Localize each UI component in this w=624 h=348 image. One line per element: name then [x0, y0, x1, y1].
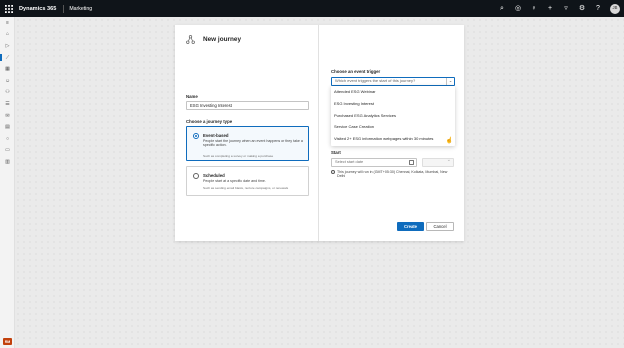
option-description: People start the journey when an event h… — [203, 139, 303, 148]
globe-icon — [331, 170, 335, 175]
left-nav-rail: ≡ ⌂ ▷ ⟋ ▦ ☺ ⚇ ☰ ✉ ▤ ○ ▭ ▥ RM — [0, 17, 15, 348]
start-label: Start — [331, 150, 341, 155]
waffle-grid — [4, 4, 13, 13]
journey-type-label: Choose a journey type — [186, 119, 233, 124]
scheduled-radio[interactable] — [193, 173, 199, 179]
library-icon[interactable]: ▥ — [0, 156, 15, 168]
option-title: Scheduled — [203, 173, 225, 178]
trigger-option-label: Visited 2+ ESG information webpages with… — [334, 136, 434, 142]
trigger-label: Choose an event trigger — [331, 69, 381, 74]
trigger-option[interactable]: Purchased ESG Analytics Services — [331, 110, 455, 122]
lightbulb-icon[interactable]: ♀ — [530, 5, 538, 12]
header-actions: ⌕ ◎ ♀ + ▿ ⚙ ? JB — [498, 0, 620, 17]
email-icon[interactable]: ✉ — [0, 110, 15, 122]
trigger-dropdown-list: Attended ESG Webinar ESG Investing Inter… — [331, 86, 455, 146]
top-bar: Dynamics 365 Marketing ⌕ ◎ ♀ + ▿ ⚙ ? JB — [0, 0, 624, 17]
search-icon[interactable]: ⌕ — [498, 5, 506, 12]
calendar-icon[interactable] — [409, 159, 414, 165]
globe-icon[interactable]: ○ — [0, 133, 15, 145]
cancel-button[interactable]: Cancel — [426, 222, 454, 231]
chevron-down-icon[interactable]: ⌄ — [446, 78, 454, 85]
home-icon[interactable]: ⌂ — [0, 29, 15, 41]
trigger-option[interactable]: Service Case Creation — [331, 121, 455, 133]
area-name: Marketing — [69, 5, 93, 12]
trigger-placeholder: Which event triggers the start of this j… — [335, 78, 416, 83]
trigger-option[interactable]: ESG Investing Interest — [331, 98, 455, 110]
create-button[interactable]: Create — [397, 222, 424, 231]
filter-icon[interactable]: ▿ — [562, 5, 570, 12]
name-label: Name — [186, 94, 198, 99]
event-based-radio[interactable] — [193, 133, 199, 139]
contacts-icon[interactable]: ☺ — [0, 75, 15, 87]
journey-name-input[interactable]: ESG Investing Interest — [186, 101, 309, 110]
mouse-cursor-icon: ☝ — [445, 138, 453, 145]
gear-icon[interactable]: ⚙ — [578, 5, 586, 12]
timezone-note: This journey will run in (GMT+05:30) Che… — [331, 170, 451, 179]
option-example: Such as completing a survey or making a … — [203, 154, 274, 158]
avatar[interactable]: JB — [610, 3, 620, 14]
segments-icon[interactable]: ▦ — [0, 63, 15, 75]
app-launcher-icon[interactable] — [0, 0, 17, 17]
forms-icon[interactable]: ☰ — [0, 98, 15, 110]
help-icon[interactable]: ? — [594, 5, 602, 12]
start-date-placeholder: Select start date — [335, 159, 364, 164]
dialog-title: New journey — [203, 36, 241, 43]
dialog-right-pane: Choose an event trigger Which event trig… — [320, 25, 464, 241]
journey-icon[interactable]: ⟋ — [0, 52, 15, 64]
journey-icon — [186, 35, 195, 44]
option-title: Event-based — [203, 133, 229, 138]
chat-icon[interactable]: ▭ — [0, 145, 15, 157]
task-check-icon[interactable]: ◎ — [514, 5, 522, 12]
scheduled-option[interactable]: Scheduled People start at a specific dat… — [186, 166, 309, 196]
option-description: People start at a specific date and time… — [203, 179, 266, 183]
area-switcher-badge[interactable]: RM — [3, 338, 12, 345]
start-date-input[interactable]: Select start date — [331, 158, 417, 167]
hamburger-menu-icon[interactable]: ≡ — [0, 17, 15, 29]
event-based-option[interactable]: Event-based People start the journey whe… — [186, 126, 309, 161]
timezone-text: This journey will run in (GMT+05:30) Che… — [337, 170, 448, 179]
option-example: Such as sending email blasts, nurture ca… — [203, 186, 289, 190]
play-icon[interactable]: ▷ — [0, 40, 15, 52]
trigger-option[interactable]: Attended ESG Webinar — [331, 86, 455, 98]
dialog-left-pane: New journey Name ESG Investing Interest … — [175, 25, 319, 241]
new-journey-dialog: New journey Name ESG Investing Interest … — [175, 25, 464, 241]
header-divider — [63, 4, 65, 13]
event-trigger-select[interactable]: Which event triggers the start of this j… — [331, 77, 455, 86]
dialog-header: New journey — [186, 35, 241, 44]
lead-icon[interactable]: ⚇ — [0, 87, 15, 99]
app-title[interactable]: Dynamics 365 — [19, 6, 56, 12]
trigger-option[interactable]: Visited 2+ ESG information webpages with… — [331, 133, 455, 145]
start-time-select[interactable] — [422, 157, 454, 167]
template-icon[interactable]: ▤ — [0, 121, 15, 133]
plus-icon[interactable]: + — [546, 5, 554, 12]
